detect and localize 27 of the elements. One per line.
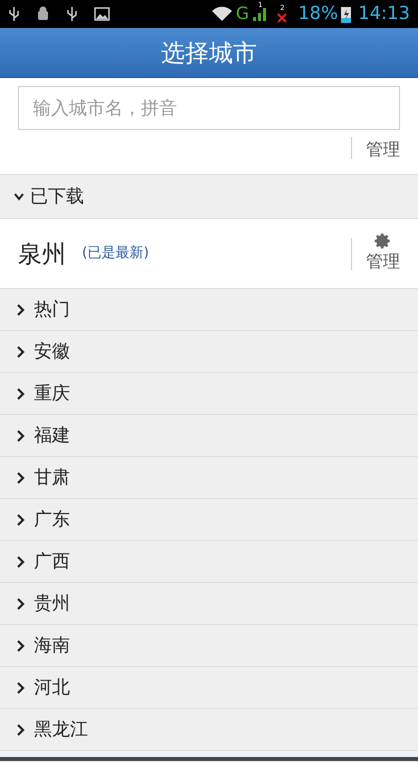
search-field[interactable]: 输入城市名，拼音 [18, 86, 400, 130]
province-item[interactable]: 贵州 [0, 583, 418, 625]
page-title: 选择城市 [161, 38, 257, 68]
province-item[interactable]: 海南 [0, 625, 418, 667]
province-item[interactable]: 福建 [0, 415, 418, 457]
network-type: G [236, 6, 250, 22]
update-status: (已是最新) [82, 244, 149, 263]
province-item[interactable]: 广东 [0, 499, 418, 541]
province-item[interactable]: 热门 [0, 289, 418, 331]
city-name: 泉州 [18, 238, 66, 270]
signal-icon [252, 6, 268, 22]
manage-button[interactable]: 管理 [366, 232, 400, 276]
battery-icon [341, 5, 352, 23]
usb-icon [8, 6, 20, 22]
gear-icon [374, 232, 392, 250]
province-item[interactable]: 安徽 [0, 331, 418, 373]
province-item[interactable]: 广西 [0, 541, 418, 583]
province-item[interactable]: 河北 [0, 667, 418, 709]
clock: 14:13 [358, 5, 410, 23]
province-item[interactable]: 重庆 [0, 373, 418, 415]
manage-button[interactable]: 管理 [366, 138, 400, 164]
image-icon [94, 7, 110, 21]
province-item[interactable]: 甘肃 [0, 457, 418, 499]
wifi-icon [210, 6, 233, 22]
no-signal-icon [277, 13, 288, 23]
battery-percent: 18% [298, 5, 338, 23]
usb-icon [66, 6, 78, 22]
